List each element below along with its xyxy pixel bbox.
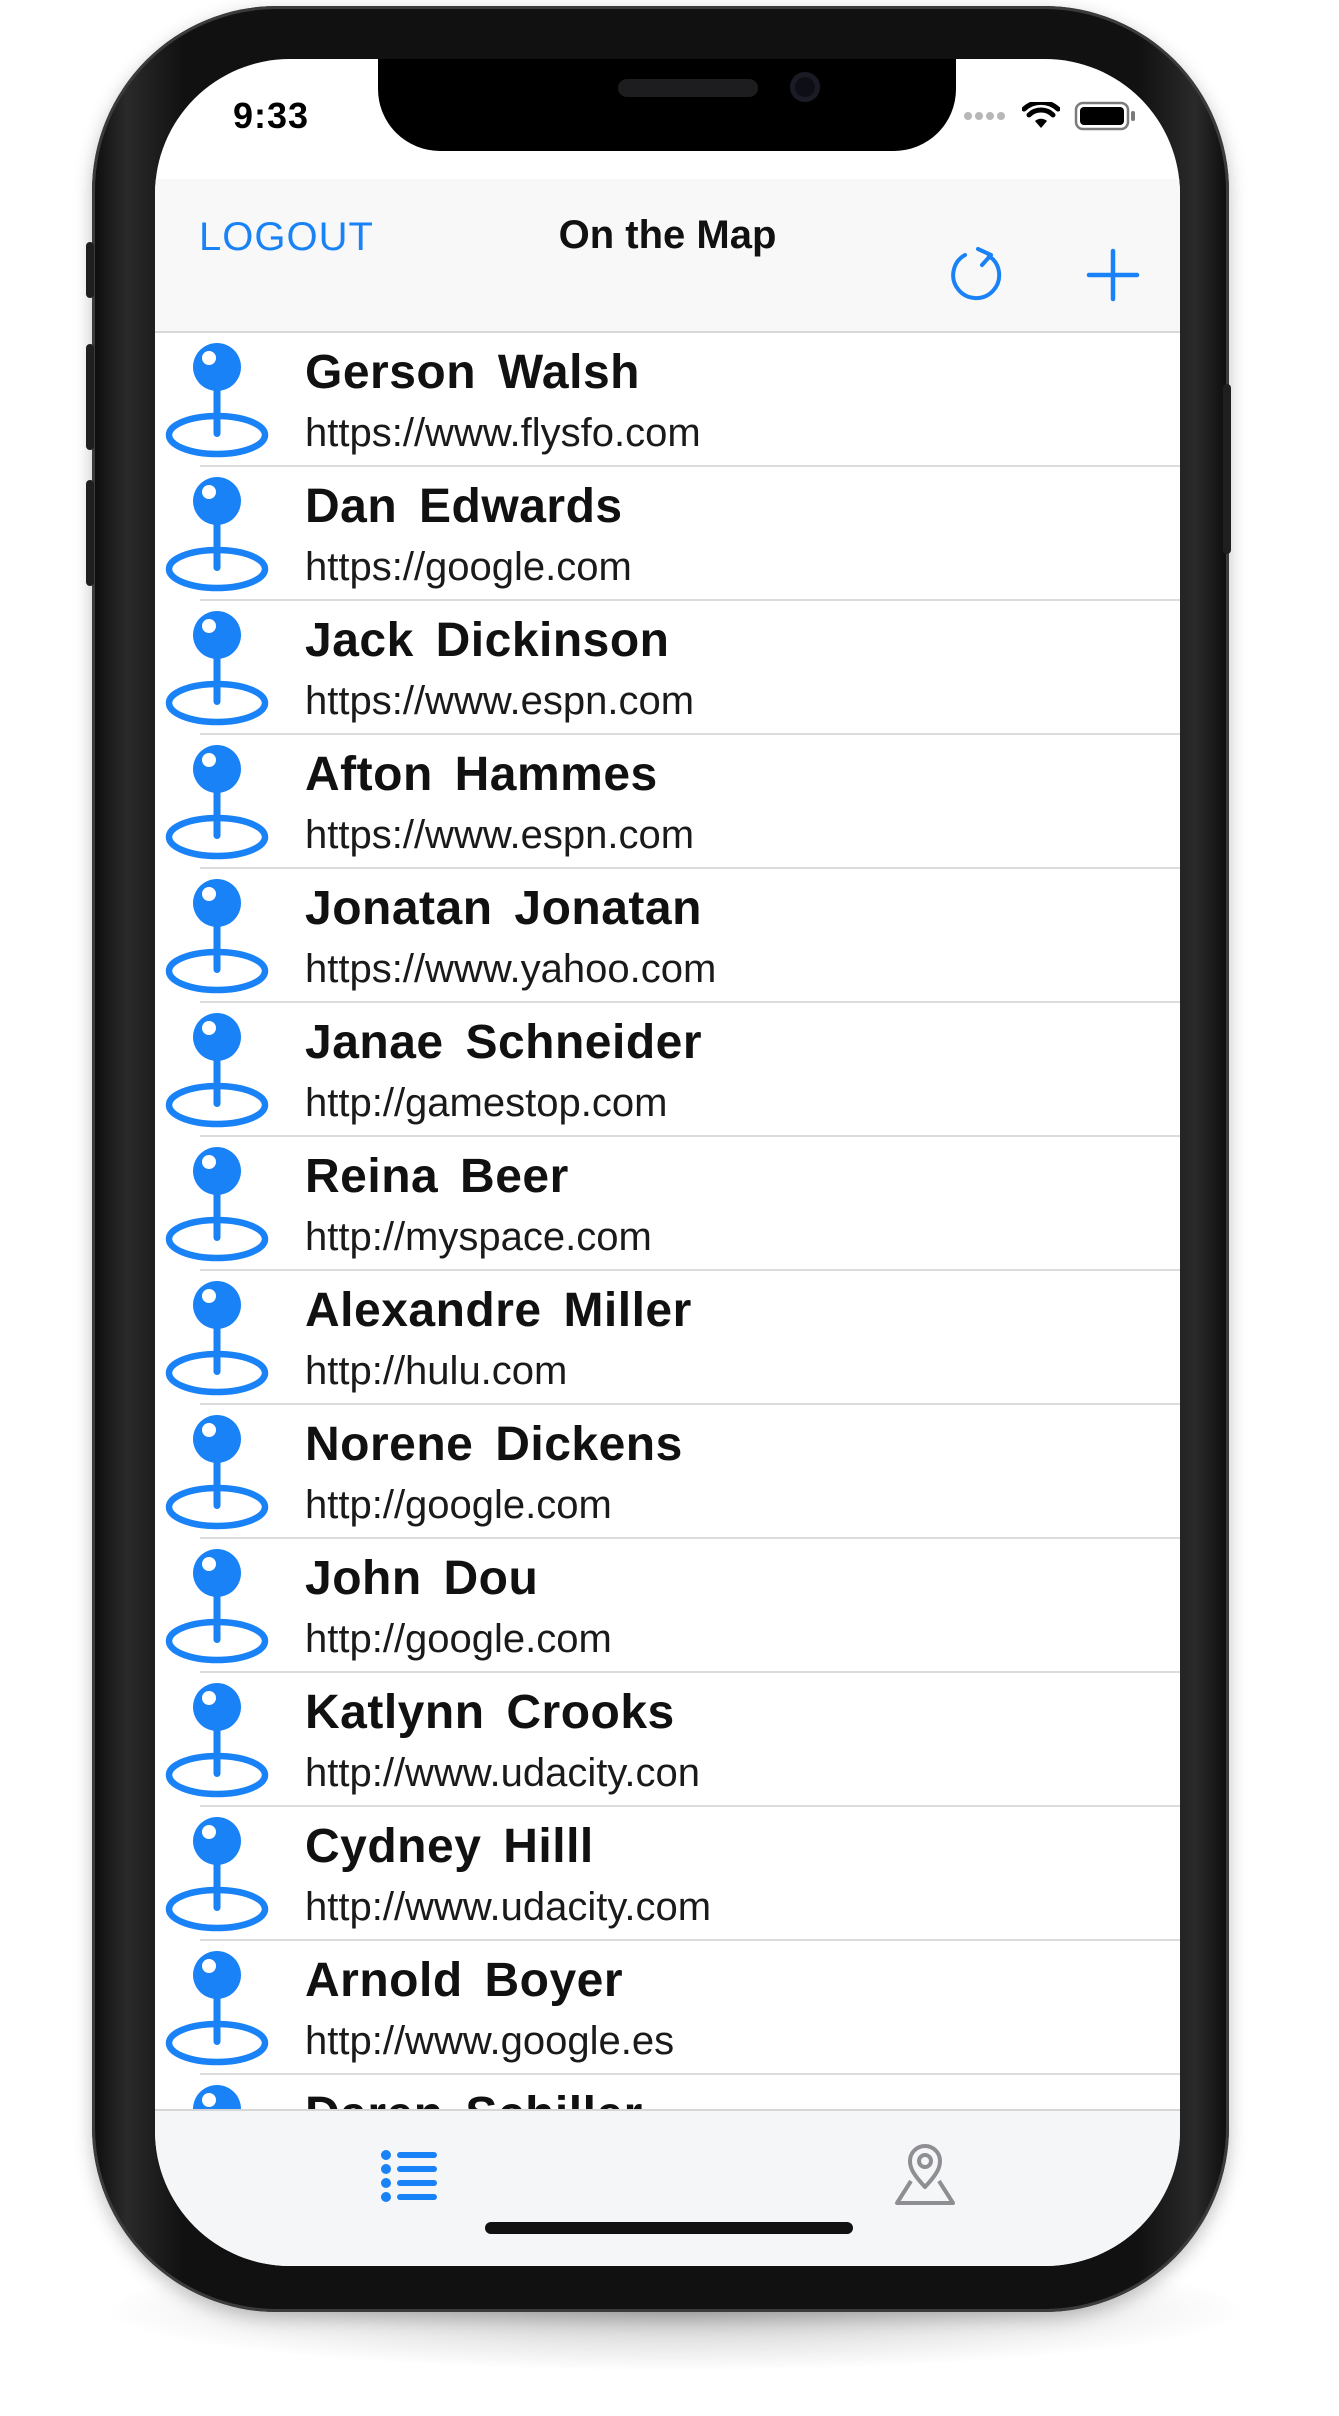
student-url: http://www.udacity.con [305, 1751, 700, 1795]
student-url: https://google.com [305, 545, 632, 589]
location-pin-icon [165, 609, 269, 727]
list-item[interactable]: Dan Edwards https://google.com [155, 467, 1180, 601]
volume-up-button [86, 344, 94, 450]
location-pin-icon [165, 341, 269, 459]
list-item[interactable]: Arnold Boyer http://www.google.es [155, 1941, 1180, 2075]
location-pin-icon [165, 1815, 269, 1933]
student-url: http://www.udacity.com [305, 1885, 712, 1929]
list-item[interactable]: Norene Dickens http://google.com [155, 1405, 1180, 1539]
location-pin-icon [165, 1949, 269, 2067]
mute-switch [86, 242, 94, 298]
student-name: Gerson Walsh [305, 346, 640, 399]
tab-bar [155, 2109, 1180, 2266]
list-item[interactable]: Afton Hammes https://www.espn.com [155, 735, 1180, 869]
status-time: 9:33 [233, 95, 310, 136]
list-item[interactable]: Daren Schiller [155, 2075, 1180, 2109]
list-item[interactable]: Jack Dickinson https://www.espn.com [155, 601, 1180, 735]
list-item[interactable]: Janae Schneider http://gamestop.com [155, 1003, 1180, 1137]
list-icon[interactable] [380, 2147, 440, 2205]
home-indicator [485, 2222, 853, 2234]
student-name: Dan Edwards [305, 480, 623, 533]
list-item[interactable]: Jonatan Jonatan https://www.yahoo.com [155, 869, 1180, 1003]
list-item[interactable]: Cydney Hilll http://www.udacity.com [155, 1807, 1180, 1941]
student-name: Katlynn Crooks [305, 1686, 675, 1739]
student-name: Jack Dickinson [305, 614, 670, 667]
student-name: Norene Dickens [305, 1418, 683, 1471]
student-name: Daren Schiller [305, 2087, 643, 2109]
speaker-grill [618, 79, 758, 97]
location-pin-icon [165, 1413, 269, 1531]
student-url: http://www.google.es [305, 2019, 675, 2063]
location-pin-icon [165, 1547, 269, 1665]
student-name: John Dou [305, 1552, 539, 1605]
student-name: Arnold Boyer [305, 1954, 624, 2007]
student-url: https://www.flysfo.com [305, 411, 701, 455]
student-url: http://hulu.com [305, 1349, 568, 1393]
student-list[interactable]: Gerson Walsh https://www.flysfo.com Dan Ed… [155, 333, 1180, 2109]
list-item[interactable]: John Dou http://google.com [155, 1539, 1180, 1673]
location-pin-icon [165, 877, 269, 995]
student-name: Jonatan Jonatan [305, 882, 702, 935]
list-item[interactable]: Alexandre Miller http://hulu.com [155, 1271, 1180, 1405]
refresh-icon[interactable] [945, 243, 1009, 307]
student-url: https://www.espn.com [305, 813, 695, 857]
student-name: Cydney Hilll [305, 1820, 594, 1873]
location-pin-icon [165, 743, 269, 861]
plus-icon[interactable] [1081, 243, 1145, 307]
location-pin-icon [165, 1681, 269, 1799]
location-pin-icon [165, 1011, 269, 1129]
student-name: Afton Hammes [305, 748, 658, 801]
student-url: http://myspace.com [305, 1215, 652, 1259]
location-pin-icon [165, 1279, 269, 1397]
student-url: https://www.yahoo.com [305, 947, 717, 991]
student-url: http://gamestop.com [305, 1081, 668, 1125]
battery-icon [1074, 101, 1135, 131]
app-screen: 9:33 LOGOUT On the Map Gerson Walshhttp [155, 59, 1180, 2266]
location-pin-icon [165, 2083, 269, 2109]
wifi-icon [1022, 102, 1060, 128]
notch [378, 59, 956, 151]
student-url: https://www.espn.com [305, 679, 695, 723]
list-item[interactable]: Reina Beer http://myspace.com [155, 1137, 1180, 1271]
student-url: http://google.com [305, 1483, 612, 1527]
volume-down-button [86, 480, 94, 586]
power-button [1223, 384, 1231, 554]
student-url: http://google.com [305, 1617, 612, 1661]
location-pin-icon [165, 1145, 269, 1263]
map-pin-icon[interactable] [893, 2141, 957, 2207]
cellular-signal-icon [964, 107, 1008, 125]
list-item[interactable]: Gerson Walsh https://www.flysfo.com [155, 333, 1180, 467]
student-name: Janae Schneider [305, 1016, 703, 1069]
list-item[interactable]: Katlynn Crooks http://www.udacity.con [155, 1673, 1180, 1807]
status-icons [964, 101, 1136, 131]
front-camera [790, 72, 820, 102]
navigation-bar: LOGOUT On the Map [155, 179, 1180, 333]
student-name: Reina Beer [305, 1150, 569, 1203]
location-pin-icon [165, 475, 269, 593]
student-name: Alexandre Miller [305, 1284, 692, 1337]
page-title: On the Map [558, 213, 777, 257]
